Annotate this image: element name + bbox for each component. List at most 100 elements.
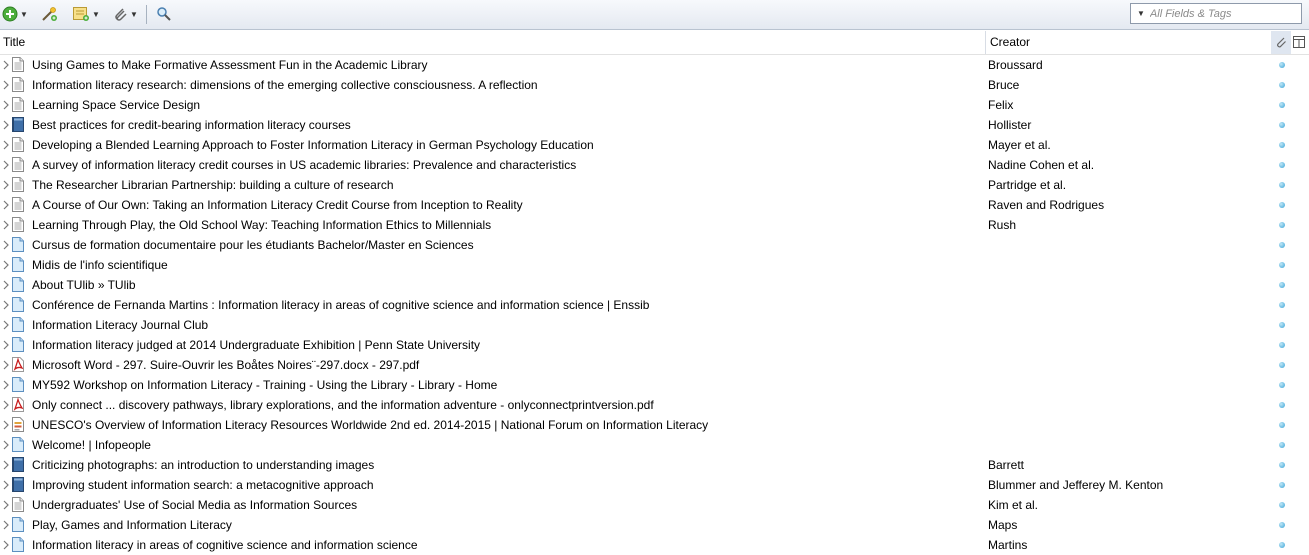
list-item[interactable]: The Researcher Librarian Partnership: bu…	[0, 175, 1309, 195]
item-creator: Maps	[988, 518, 1018, 532]
list-item[interactable]: Only connect ... discovery pathways, lib…	[0, 395, 1309, 415]
chevron-right-icon[interactable]	[2, 60, 10, 70]
chevron-right-icon[interactable]	[2, 420, 10, 430]
attachment-dot-icon[interactable]	[1279, 502, 1285, 508]
list-item[interactable]: About TUlib » TUlib	[0, 275, 1309, 295]
chevron-right-icon[interactable]	[2, 500, 10, 510]
chevron-right-icon[interactable]	[2, 100, 10, 110]
attachment-dot-icon[interactable]	[1279, 302, 1285, 308]
list-item[interactable]: Information Literacy Journal Club	[0, 315, 1309, 335]
list-item[interactable]: Midis de l'info scientifique	[0, 255, 1309, 275]
attachment-dot-icon[interactable]	[1279, 62, 1285, 68]
item-creator: Rush	[988, 218, 1017, 232]
list-item[interactable]: Improving student information search: a …	[0, 475, 1309, 495]
attachment-dot-icon[interactable]	[1279, 182, 1285, 188]
chevron-right-icon[interactable]	[2, 140, 10, 150]
chevron-right-icon[interactable]	[2, 520, 10, 530]
title-column-header[interactable]: Title	[3, 31, 25, 54]
attachment-dot-icon[interactable]	[1279, 282, 1285, 288]
chevron-right-icon[interactable]	[2, 160, 10, 170]
search-box[interactable]: ▼	[1130, 3, 1302, 24]
chevron-right-icon[interactable]	[2, 460, 10, 470]
list-item[interactable]: Play, Games and Information Literacy Maps	[0, 515, 1309, 535]
chevron-right-icon[interactable]	[2, 280, 10, 290]
attachment-dot-icon[interactable]	[1279, 362, 1285, 368]
add-by-identifier-button[interactable]	[40, 5, 58, 23]
attachment-dot-icon[interactable]	[1279, 482, 1285, 488]
item-title: The Researcher Librarian Partnership: bu…	[32, 178, 394, 192]
chevron-right-icon[interactable]	[2, 220, 10, 230]
attachment-dot-icon[interactable]	[1279, 402, 1285, 408]
list-item[interactable]: UNESCO's Overview of Information Literac…	[0, 415, 1309, 435]
attachment-dot-icon[interactable]	[1279, 542, 1285, 548]
column-divider[interactable]	[985, 31, 986, 54]
attachment-dot-icon[interactable]	[1279, 522, 1285, 528]
chevron-right-icon[interactable]	[2, 240, 10, 250]
attachment-dot-icon[interactable]	[1279, 142, 1285, 148]
list-item[interactable]: Information literacy judged at 2014 Unde…	[0, 335, 1309, 355]
list-item[interactable]: Best practices for credit-bearing inform…	[0, 115, 1309, 135]
chevron-right-icon[interactable]	[2, 400, 10, 410]
item-creator: Barrett	[988, 458, 1025, 472]
list-item[interactable]: A survey of information literacy credit …	[0, 155, 1309, 175]
item-title: Information Literacy Journal Club	[32, 318, 209, 332]
attachment-dot-icon[interactable]	[1279, 342, 1285, 348]
chevron-right-icon[interactable]	[2, 480, 10, 490]
attachment-dot-icon[interactable]	[1279, 442, 1285, 448]
add-attachment-button[interactable]: ▼	[112, 5, 138, 23]
new-item-button[interactable]: ▼	[2, 5, 28, 23]
chevron-right-icon[interactable]	[2, 380, 10, 390]
chevron-right-icon[interactable]	[2, 260, 10, 270]
attachment-dot-icon[interactable]	[1279, 162, 1285, 168]
chevron-right-icon[interactable]	[2, 360, 10, 370]
chevron-right-icon[interactable]	[2, 120, 10, 130]
list-item[interactable]: Microsoft Word - 297. Suire-Ouvrir les B…	[0, 355, 1309, 375]
chevron-right-icon[interactable]	[2, 340, 10, 350]
column-picker-icon[interactable]	[1293, 36, 1305, 48]
attachment-dot-icon[interactable]	[1279, 202, 1285, 208]
list-item[interactable]: MY592 Workshop on Information Literacy -…	[0, 375, 1309, 395]
list-item[interactable]: Information literacy research: dimension…	[0, 75, 1309, 95]
chevron-right-icon[interactable]	[2, 320, 10, 330]
attachment-dot-icon[interactable]	[1279, 242, 1285, 248]
chevron-right-icon[interactable]	[2, 440, 10, 450]
item-title: About TUlib » TUlib	[32, 278, 136, 292]
item-title: UNESCO's Overview of Information Literac…	[32, 418, 709, 432]
chevron-right-icon[interactable]	[2, 80, 10, 90]
search-mode-dropdown-icon[interactable]: ▼	[1137, 9, 1145, 18]
new-note-button[interactable]: ▼	[72, 5, 100, 23]
attachment-dot-icon[interactable]	[1279, 122, 1285, 128]
attachment-dot-icon[interactable]	[1279, 102, 1285, 108]
list-item[interactable]: Information literacy in areas of cogniti…	[0, 535, 1309, 555]
chevron-right-icon[interactable]	[2, 540, 10, 550]
search-input[interactable]	[1149, 7, 1290, 20]
paperclip-icon	[115, 8, 127, 21]
attachment-dot-icon[interactable]	[1279, 422, 1285, 428]
attachments-column-header[interactable]	[1271, 31, 1291, 54]
list-item[interactable]: Learning Space Service Design Felix	[0, 95, 1309, 115]
item-creator: Broussard	[988, 58, 1043, 72]
web-page-icon	[12, 517, 24, 532]
item-creator: Nadine Cohen et al.	[988, 158, 1095, 172]
chevron-right-icon[interactable]	[2, 300, 10, 310]
list-item[interactable]: Using Games to Make Formative Assessment…	[0, 55, 1309, 75]
list-item[interactable]: Criticizing photographs: an introduction…	[0, 455, 1309, 475]
list-item[interactable]: Conférence de Fernanda Martins : Informa…	[0, 295, 1309, 315]
attachment-dot-icon[interactable]	[1279, 82, 1285, 88]
journal-article-icon	[12, 57, 24, 72]
list-item[interactable]: Welcome! | Infopeople	[0, 435, 1309, 455]
chevron-right-icon[interactable]	[2, 200, 10, 210]
attachment-dot-icon[interactable]	[1279, 462, 1285, 468]
advanced-search-button[interactable]	[156, 5, 172, 23]
list-item[interactable]: Cursus de formation documentaire pour le…	[0, 235, 1309, 255]
list-item[interactable]: Undergraduates' Use of Social Media as I…	[0, 495, 1309, 515]
list-item[interactable]: Learning Through Play, the Old School Wa…	[0, 215, 1309, 235]
chevron-right-icon[interactable]	[2, 180, 10, 190]
list-item[interactable]: Developing a Blended Learning Approach t…	[0, 135, 1309, 155]
attachment-dot-icon[interactable]	[1279, 382, 1285, 388]
creator-column-header[interactable]: Creator	[990, 31, 1030, 54]
list-item[interactable]: A Course of Our Own: Taking an Informati…	[0, 195, 1309, 215]
attachment-dot-icon[interactable]	[1279, 322, 1285, 328]
attachment-dot-icon[interactable]	[1279, 222, 1285, 228]
attachment-dot-icon[interactable]	[1279, 262, 1285, 268]
